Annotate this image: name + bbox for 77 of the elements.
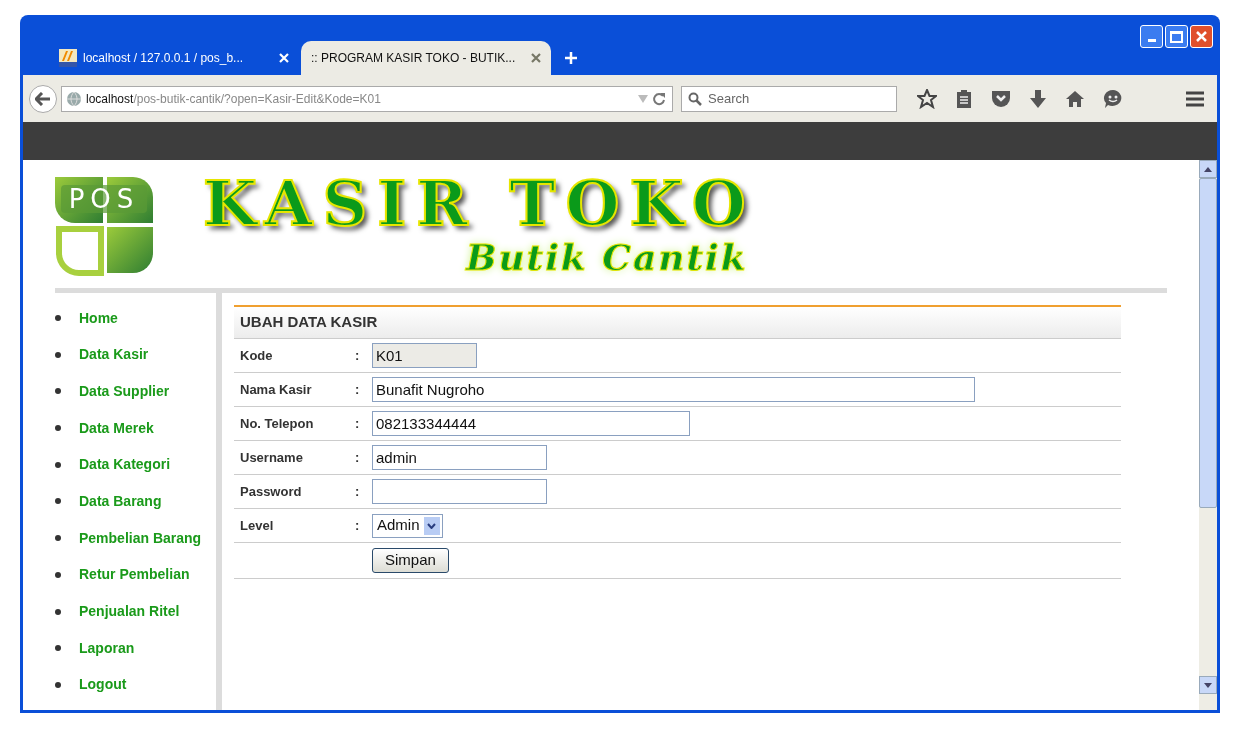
colon: : <box>355 516 361 535</box>
search-field[interactable]: Search <box>681 85 897 112</box>
menu-link[interactable]: Retur Pembelian <box>79 564 190 586</box>
menu-link[interactable]: Laporan <box>79 637 135 659</box>
bullet-icon <box>55 351 61 358</box>
field-label: Kode <box>240 346 274 365</box>
bullet-icon <box>55 315 61 321</box>
browser-tab[interactable]: :: PROGRAM KASIR TOKO - BUTIK... <box>301 41 551 75</box>
back-button[interactable] <box>29 84 57 113</box>
input-field[interactable]: K01 <box>372 343 477 368</box>
menu-link[interactable]: Data Kategori <box>79 454 171 476</box>
chat-icon[interactable] <box>1103 88 1123 109</box>
colon: : <box>355 380 361 399</box>
down-arrow-icon <box>1204 682 1212 688</box>
field-label: Nama Kasir <box>240 380 313 399</box>
field-label: Level <box>240 516 275 535</box>
search-input[interactable]: Search <box>708 88 878 109</box>
menu-link[interactable]: Data Merek <box>79 417 154 439</box>
logo-text: POS <box>61 185 147 213</box>
bullet-icon <box>55 645 61 652</box>
download-icon[interactable] <box>1029 88 1047 109</box>
colon: : <box>355 482 361 501</box>
field-label: Password <box>240 482 303 501</box>
scroll-down-button[interactable] <box>1199 676 1217 694</box>
menu-link[interactable]: Data Barang <box>79 490 162 512</box>
bullet-icon <box>55 425 61 432</box>
field-label: Username <box>240 448 304 467</box>
colon: : <box>355 448 361 467</box>
maximize-button[interactable] <box>1165 25 1188 48</box>
bullet-icon <box>55 571 61 578</box>
input-field[interactable]: admin <box>372 445 547 470</box>
minimize-button[interactable] <box>1140 25 1163 48</box>
field-label: No. Telepon <box>240 414 315 433</box>
up-arrow-icon <box>1204 166 1212 172</box>
menu-link[interactable]: Data Supplier <box>79 380 170 402</box>
input-field[interactable] <box>372 479 547 504</box>
new-tab-icon[interactable] <box>565 52 577 64</box>
scroll-up-button[interactable] <box>1199 160 1217 178</box>
menu-link[interactable]: Pembelian Barang <box>79 527 202 549</box>
bullet-icon <box>55 535 61 542</box>
menu-link[interactable]: Logout <box>79 674 127 696</box>
colon: : <box>355 414 361 433</box>
bullet-icon <box>55 461 61 468</box>
level-select[interactable]: Admin <box>372 513 443 538</box>
browser-tab[interactable]: localhost / 127.0.0.1 / pos_b... <box>49 41 299 75</box>
bullet-icon <box>55 608 61 615</box>
globe-icon <box>66 90 82 107</box>
scroll-thumb[interactable] <box>1199 178 1217 508</box>
bullet-icon <box>55 498 61 505</box>
close-tab-icon[interactable] <box>531 53 541 63</box>
reload-icon[interactable] <box>652 91 666 106</box>
close-icon <box>1195 30 1208 43</box>
pocket-icon[interactable] <box>991 89 1011 108</box>
scrollbar[interactable] <box>1199 160 1217 710</box>
menu-link[interactable]: Home <box>79 307 118 329</box>
colon: : <box>355 346 361 365</box>
search-icon <box>688 91 702 106</box>
menu-link[interactable]: Penjualan Ritel <box>79 601 180 622</box>
back-arrow-icon <box>35 91 51 106</box>
dropdown-icon <box>423 516 440 535</box>
star-icon[interactable] <box>917 88 937 109</box>
site-subtitle: Butik Cantik <box>465 237 748 277</box>
input-field[interactable]: 082133344444 <box>372 411 690 436</box>
url-text: localhost/pos-butik-cantik/?open=Kasir-Edit&Kode=K01 <box>86 90 382 108</box>
menu-link[interactable]: Data Kasir <box>79 344 149 366</box>
address-bar[interactable]: localhost/pos-butik-cantik/?open=Kasir-Edit&Kode=K01 <box>61 85 673 112</box>
form-title: UBAH DATA KASIR <box>240 312 378 333</box>
site-title: KASIR TOKO <box>203 171 756 237</box>
clipboard-icon[interactable] <box>955 88 973 109</box>
close-button[interactable] <box>1190 25 1213 48</box>
bullet-icon <box>55 388 61 395</box>
save-button[interactable]: Simpan <box>372 548 449 573</box>
menu-icon[interactable] <box>1185 90 1205 107</box>
input-field[interactable]: Bunafit Nugroho <box>372 377 975 402</box>
bullet-icon <box>55 681 61 688</box>
site-icon <box>59 49 77 67</box>
home-icon[interactable] <box>1065 89 1085 108</box>
